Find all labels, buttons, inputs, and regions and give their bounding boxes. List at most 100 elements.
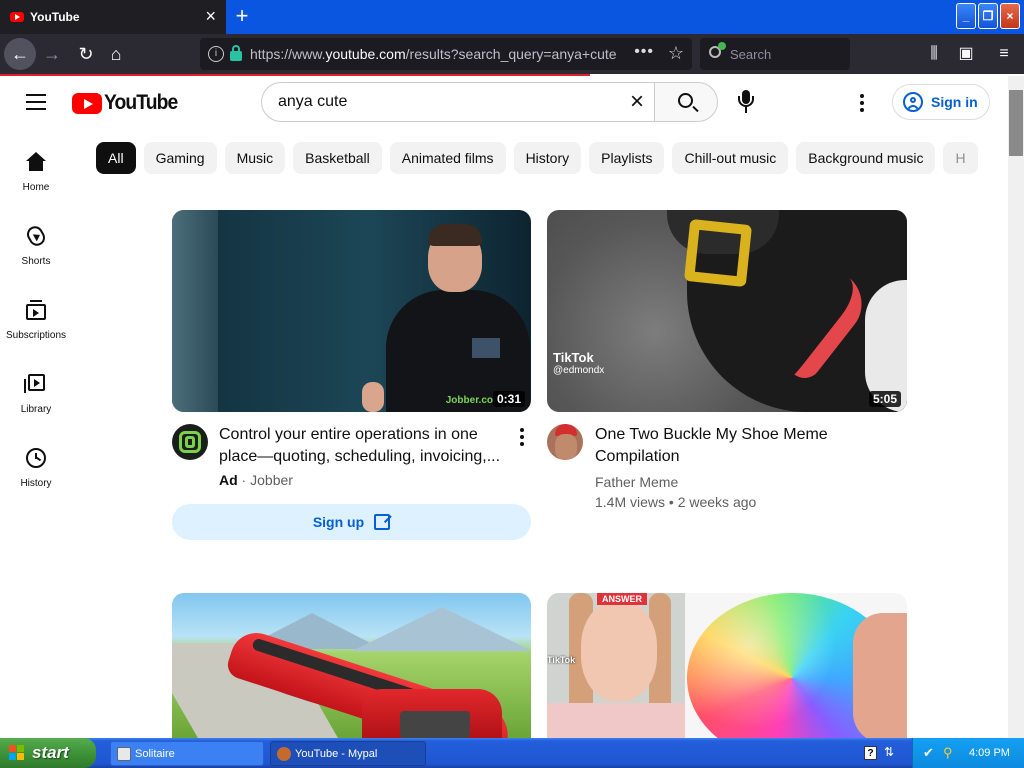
brand-watermark: Jobber.co xyxy=(445,395,493,406)
guide-item-home[interactable]: Home xyxy=(0,130,72,204)
chip-animated-films[interactable]: Animated films xyxy=(389,142,506,174)
library-icon[interactable]: ⫼ xyxy=(920,38,948,70)
sign-up-button[interactable]: Sign up xyxy=(172,504,531,540)
chip-gaming[interactable]: Gaming xyxy=(143,142,217,174)
youtube-favicon-icon xyxy=(10,12,24,22)
answer-badge: ANSWER xyxy=(597,593,647,605)
window-controls: _ ❐ × xyxy=(956,3,1020,29)
video-title[interactable]: One Two Buckle My Shoe Meme Compilation xyxy=(595,424,885,468)
menu-icon[interactable]: ≡ xyxy=(990,38,1018,70)
ad-menu-icon[interactable] xyxy=(520,428,524,446)
search-engine-icon xyxy=(709,42,726,58)
chip-playlists[interactable]: Playlists xyxy=(589,142,665,174)
sidebar-toggle-icon[interactable]: ▣ xyxy=(952,38,980,70)
taskbar-item-solitaire[interactable]: Solitaire xyxy=(110,741,264,766)
ad-info: Ad · Jobber xyxy=(219,472,293,488)
new-tab-button[interactable]: + xyxy=(230,4,254,28)
chip-music[interactable]: Music xyxy=(224,142,286,174)
video-duration: 5:05 xyxy=(868,391,901,407)
network-icon[interactable]: ⇅ xyxy=(884,745,894,759)
channel-avatar-father-meme[interactable] xyxy=(547,424,583,460)
guide-item-history[interactable]: History xyxy=(0,426,72,500)
system-tray: ✔ ⚲ 4:09 PM xyxy=(912,738,1024,768)
minimize-button[interactable]: _ xyxy=(956,3,976,29)
tiktok-watermark: TikTok @edmondx xyxy=(553,350,604,376)
help-icon[interactable]: ? xyxy=(864,746,877,760)
windows-flag-icon xyxy=(9,745,25,761)
url-prefix: https://www. xyxy=(250,46,326,62)
sign-up-label: Sign up xyxy=(312,514,365,530)
guide-item-subscriptions[interactable]: Subscriptions xyxy=(0,278,72,352)
chip-background-music[interactable]: Background music xyxy=(796,142,936,174)
browser-search-box[interactable]: Search xyxy=(700,38,850,70)
youtube-logo[interactable]: YouTube xyxy=(72,91,184,115)
ad-channel[interactable]: Jobber xyxy=(250,472,293,488)
guide-item-shorts[interactable]: Shorts xyxy=(0,204,72,278)
video-thumbnail-buckle-shoe[interactable]: TikTok @edmondx 5:05 xyxy=(547,210,907,412)
search-icon xyxy=(678,93,693,108)
channel-avatar-jobber[interactable] xyxy=(172,424,208,460)
address-bar[interactable]: i https://www. youtube.com/results?search… xyxy=(200,38,692,70)
search-tray-icon[interactable]: ⚲ xyxy=(943,738,953,768)
browser-search-placeholder: Search xyxy=(730,46,772,62)
page-scrollbar-thumb[interactable] xyxy=(1009,90,1023,156)
settings-kebab-icon[interactable] xyxy=(860,94,866,112)
forward-button[interactable]: → xyxy=(36,38,68,70)
browser-tab-youtube[interactable]: YouTube × xyxy=(0,0,226,34)
clear-search-icon[interactable]: × xyxy=(630,89,644,115)
chip-basketball[interactable]: Basketball xyxy=(293,142,382,174)
site-info-icon[interactable]: i xyxy=(208,46,224,62)
window-close-button[interactable]: × xyxy=(1000,3,1020,29)
mypal-icon xyxy=(277,747,291,761)
shorts-icon xyxy=(24,223,48,249)
voice-search-icon[interactable] xyxy=(736,90,756,114)
security-tray-icon[interactable]: ✔ xyxy=(923,738,934,768)
video-thumbnail-jobber[interactable]: Jobber.co 0:31 xyxy=(172,210,531,412)
chip-partial[interactable]: H xyxy=(943,142,978,174)
windows-taskbar: start Solitaire YouTube - Mypal ? ⇅ ✔ ⚲ … xyxy=(0,738,1024,768)
guide-item-label: Shorts xyxy=(21,256,51,267)
page-scrollbar[interactable] xyxy=(1008,76,1024,738)
home-button-icon[interactable]: ⌂ xyxy=(100,38,132,70)
url-host: youtube.com xyxy=(325,46,406,62)
tab-close-icon[interactable]: × xyxy=(205,7,216,25)
search-input[interactable]: anya cute × xyxy=(261,82,654,122)
guide-menu-icon[interactable] xyxy=(26,94,46,110)
search-button[interactable] xyxy=(654,82,718,122)
video-thumbnail-limo[interactable] xyxy=(172,593,531,738)
youtube-play-icon xyxy=(72,92,102,114)
start-button[interactable]: start xyxy=(0,738,96,768)
guide-item-label: History xyxy=(20,478,52,489)
video-title[interactable]: Control your entire operations in one pl… xyxy=(219,424,509,468)
back-button[interactable]: ← xyxy=(4,38,36,70)
restore-button[interactable]: ❐ xyxy=(978,3,998,29)
bookmark-star-icon[interactable]: ☆ xyxy=(668,43,684,64)
external-link-icon xyxy=(374,514,391,530)
ad-badge: Ad xyxy=(219,472,238,488)
guide-item-label: Library xyxy=(20,404,52,415)
chip-history[interactable]: History xyxy=(513,142,582,174)
video-duration: 0:31 xyxy=(492,391,525,407)
tiktok-watermark: TikTok xyxy=(547,655,576,665)
tiktok-user: @edmondx xyxy=(553,365,605,376)
page-actions-icon[interactable]: ••• xyxy=(634,43,654,61)
guide-item-label: Home xyxy=(22,182,50,193)
filter-chip-bar: All Gaming Music Basketball Animated films Hi… xyxy=(96,142,1008,174)
subscriptions-icon xyxy=(26,300,46,320)
reload-icon[interactable]: ↻ xyxy=(70,38,102,70)
chip-chill-out-music[interactable]: Chill-out music xyxy=(672,142,789,174)
video-meta: 1.4M views • 2 weeks ago xyxy=(595,494,757,510)
chip-all[interactable]: All xyxy=(96,142,136,174)
start-label: start xyxy=(32,743,69,762)
clock[interactable]: 4:09 PM xyxy=(969,747,1010,759)
channel-name[interactable]: Father Meme xyxy=(595,472,678,492)
browser-titlebar: YouTube × + _ ❐ × xyxy=(0,0,1024,34)
sign-in-label: Sign in xyxy=(931,94,978,110)
home-icon xyxy=(26,152,46,172)
guide-item-library[interactable]: Library xyxy=(0,352,72,426)
taskbar-item-mypal[interactable]: YouTube - Mypal xyxy=(270,741,426,766)
guide-item-label: Subscriptions xyxy=(5,330,67,341)
sign-in-button[interactable]: Sign in xyxy=(892,84,990,120)
browser-toolbar: ← → ↻ ⌂ i https://www. youtube.com/result… xyxy=(0,34,1024,74)
video-thumbnail-squishy[interactable]: ANSWER TikTok xyxy=(547,593,907,738)
